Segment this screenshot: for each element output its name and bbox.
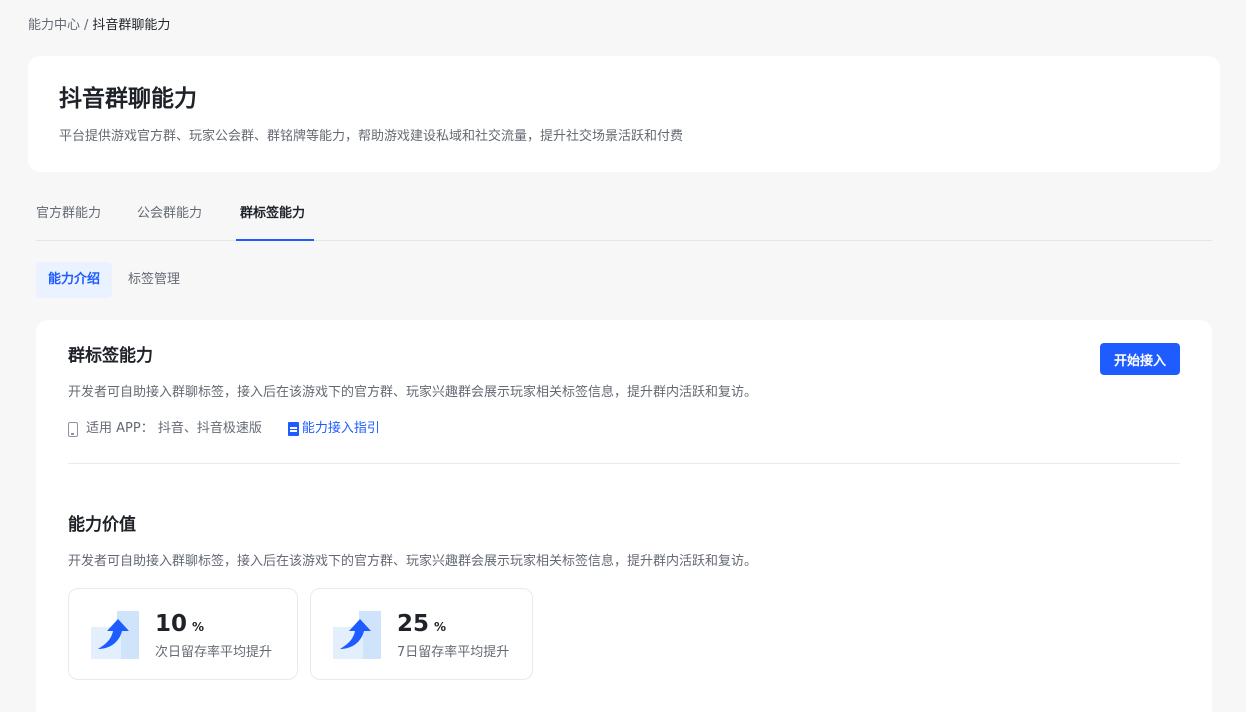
intro-title: 群标签能力 (68, 346, 153, 366)
capability-tabs: 官方群能力 公会群能力 群标签能力 (36, 197, 1212, 241)
breadcrumb: 能力中心 / 抖音群聊能力 (28, 17, 170, 35)
tab-group-tag[interactable]: 群标签能力 (240, 205, 305, 223)
sub-tabs: 能力介绍 标签管理 (36, 262, 192, 298)
phone-icon (68, 421, 78, 437)
value-title: 能力价值 (68, 515, 136, 535)
stat-unit: % (192, 620, 205, 634)
applicable-apps: 适用 APP： 抖音、抖音极速版 (86, 421, 262, 436)
document-icon (287, 422, 299, 436)
value-description: 开发者可自助接入群聊标签，接入后在该游戏下的官方群、玩家兴趣群会展示玩家相关标签… (68, 554, 758, 569)
stat-number: 25 (397, 611, 430, 637)
header-card: 抖音群聊能力 平台提供游戏官方群、玩家公会群、群铭牌等能力，帮助游戏建设私域和社… (28, 56, 1220, 172)
tab-official-group[interactable]: 官方群能力 (36, 205, 101, 223)
integration-guide-label[interactable]: 能力接入指引 (302, 420, 380, 438)
stat-unit: % (434, 620, 447, 634)
subtab-introduction[interactable]: 能力介绍 (36, 262, 113, 298)
breadcrumb-current: 抖音群聊能力 (92, 18, 171, 33)
stat-number: 10 (155, 611, 188, 637)
stat-label: 次日留存率平均提升 (155, 645, 273, 660)
meta-row: 适用 APP： 抖音、抖音极速版 能力接入指引 (68, 420, 380, 438)
stat-card-7day-retention: 25% 7日留存率平均提升 (310, 588, 533, 680)
breadcrumb-parent-link[interactable]: 能力中心 (28, 17, 80, 35)
intro-description: 开发者可自助接入群聊标签，接入后在该游戏下的官方群、玩家兴趣群会展示玩家相关标签… (68, 385, 758, 400)
page-description: 平台提供游戏官方群、玩家公会群、群铭牌等能力，帮助游戏建设私域和社交流量，提升社… (59, 129, 684, 144)
content-card: 群标签能力 开始接入 开发者可自助接入群聊标签，接入后在该游戏下的官方群、玩家兴… (36, 320, 1212, 712)
divider (68, 463, 1180, 464)
integration-guide-link[interactable]: 能力接入指引 (287, 420, 380, 438)
stat-card-next-day-retention: 10% 次日留存率平均提升 (68, 588, 298, 680)
breadcrumb-separator: / (84, 18, 89, 33)
active-tab-indicator (236, 239, 314, 241)
page-title: 抖音群聊能力 (59, 86, 197, 112)
growth-arrow-icon (91, 611, 139, 659)
stat-value: 10% (155, 609, 204, 642)
subtab-tag-management[interactable]: 标签管理 (116, 262, 192, 298)
tab-guild-group[interactable]: 公会群能力 (137, 205, 202, 223)
start-integration-button[interactable]: 开始接入 (1100, 343, 1180, 375)
growth-arrow-icon (333, 611, 381, 659)
stat-value: 25% (397, 609, 446, 642)
stat-label: 7日留存率平均提升 (397, 645, 510, 660)
